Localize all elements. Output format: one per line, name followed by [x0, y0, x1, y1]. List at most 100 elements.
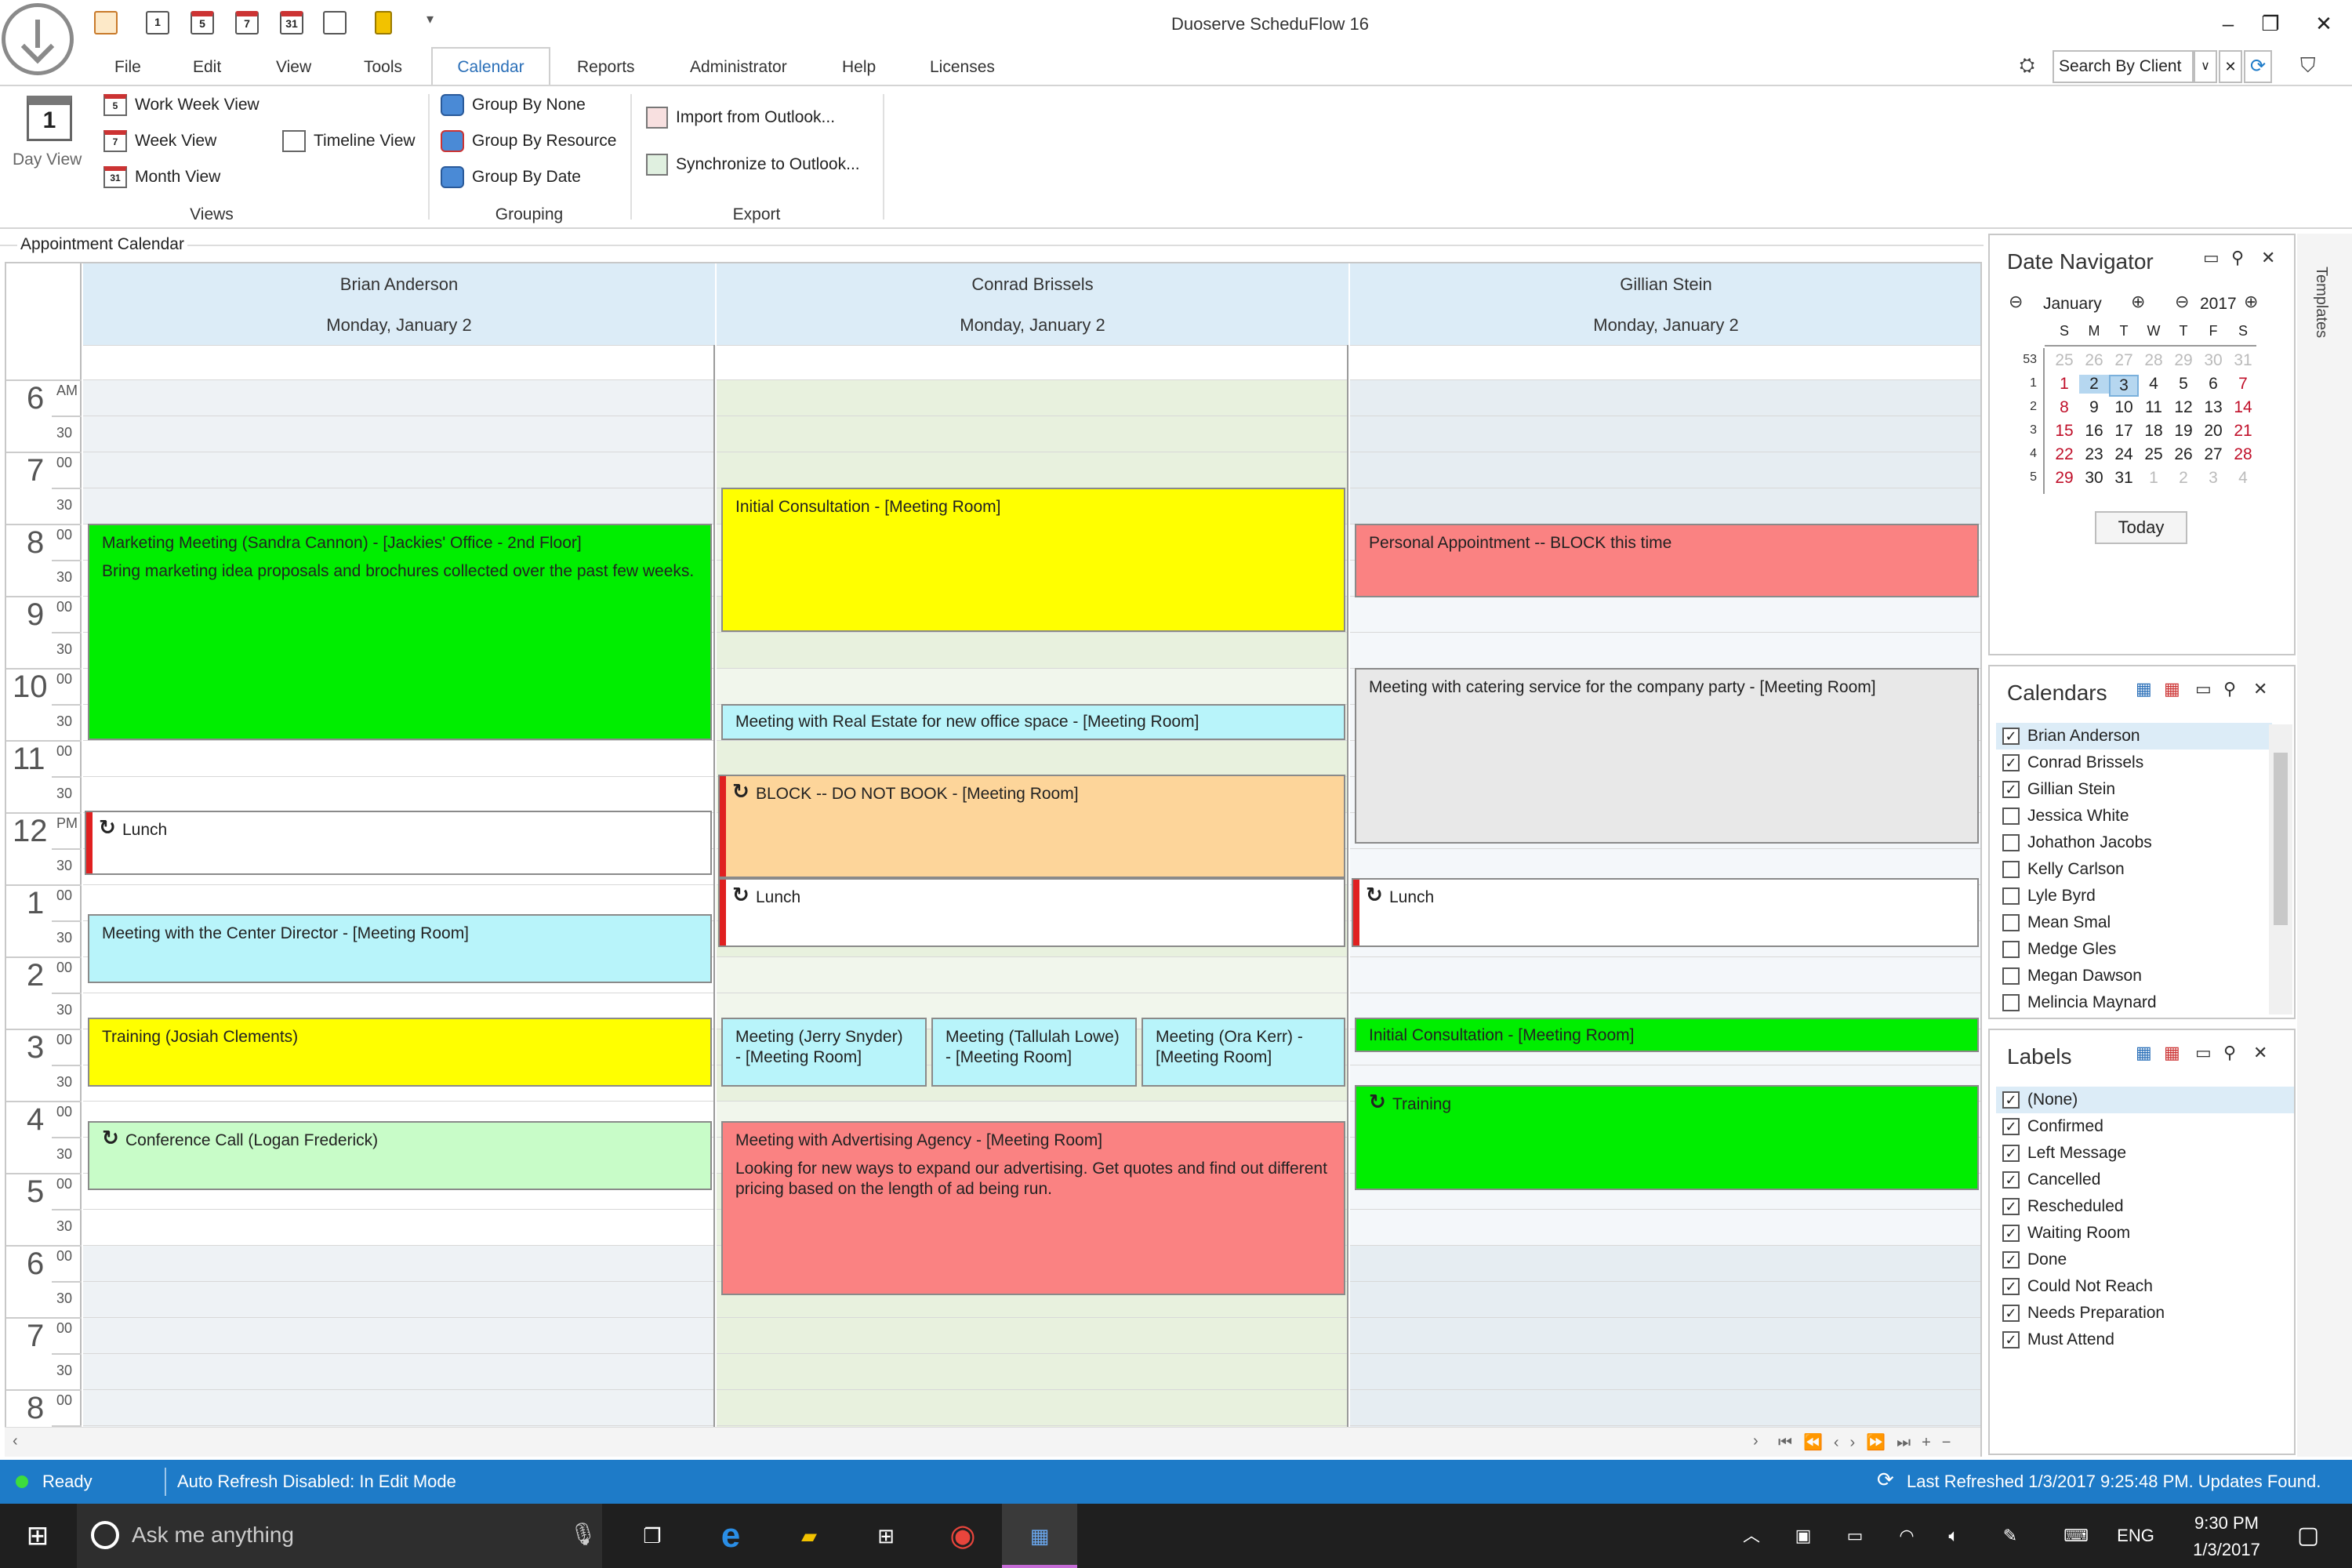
search-dropdown-icon[interactable]: ∨ — [2194, 50, 2217, 83]
panel-maximize-icon[interactable]: ▭ — [2195, 1043, 2212, 1063]
calendars-scrollbar[interactable] — [2269, 724, 2292, 1014]
label-item[interactable]: ✓Rescheduled — [1996, 1193, 2294, 1220]
appointment-meeting-ora-kerr[interactable]: Meeting (Ora Kerr) - [Meeting Room] — [1142, 1018, 1345, 1087]
panel-maximize-icon[interactable]: ▭ — [2203, 248, 2220, 268]
calendar-day[interactable]: 28 — [2228, 445, 2258, 464]
calendar-day[interactable]: 19 — [2169, 422, 2198, 441]
label-item[interactable]: ✓Waiting Room — [1996, 1220, 2294, 1247]
month-qat-icon[interactable]: 31 — [280, 11, 303, 34]
day-view-button[interactable]: Day View — [13, 151, 82, 169]
calendar-day[interactable]: 31 — [2228, 351, 2258, 370]
store-icon[interactable]: ⊞ — [861, 1504, 911, 1568]
month-prev-icon[interactable]: ⊖ — [2009, 292, 2023, 312]
menu-view[interactable]: View — [276, 58, 311, 77]
checkbox-unchecked-icon[interactable] — [2002, 834, 2020, 851]
appointment-real-estate[interactable]: Meeting with Real Estate for new office … — [721, 704, 1345, 740]
calendar-day[interactable]: 30 — [2198, 351, 2228, 370]
cortana-search-box[interactable]: Ask me anything 🎙︎ — [77, 1504, 602, 1568]
file-explorer-icon[interactable]: ▰ — [784, 1504, 834, 1568]
calendar-item[interactable]: Lyle Byrd — [1996, 883, 2272, 909]
calendar-view-icon[interactable]: ▦ — [2136, 679, 2152, 699]
time-slot[interactable] — [717, 1317, 1347, 1353]
menu-help[interactable]: Help — [842, 58, 876, 77]
time-slot[interactable] — [1350, 416, 1982, 452]
calendar-item[interactable]: Johathon Jacobs — [1996, 829, 2272, 856]
time-slot[interactable] — [83, 488, 713, 524]
synchronize-to-outlook-button[interactable]: Synchronize to Outlook... — [676, 155, 860, 174]
checkbox-unchecked-icon[interactable] — [2002, 808, 2020, 825]
time-slot[interactable] — [717, 668, 1347, 704]
time-slot[interactable] — [83, 740, 713, 776]
tray-battery-icon[interactable]: ▭ — [1839, 1504, 1871, 1568]
menu-file[interactable]: File — [114, 58, 141, 77]
label-item[interactable]: ✓(None) — [1996, 1087, 2294, 1113]
chrome-icon[interactable]: ◉ — [938, 1504, 988, 1568]
tray-pen-icon[interactable]: ✎ — [1994, 1504, 2026, 1568]
calendar-day[interactable]: 20 — [2198, 422, 2228, 441]
calendar-item[interactable]: Jessica White — [1996, 803, 2272, 829]
checkbox-unchecked-icon[interactable] — [2002, 887, 2020, 905]
time-slot[interactable] — [1350, 596, 1982, 632]
label-item[interactable]: ✓Left Message — [1996, 1140, 2294, 1167]
tray-language[interactable]: ENG — [2112, 1504, 2159, 1568]
label-item[interactable]: ✓Could Not Reach — [1996, 1273, 2294, 1300]
calendar-item[interactable]: ✓Conrad Brissels — [1996, 750, 2272, 776]
time-slot[interactable] — [1350, 956, 1982, 993]
appointment-advertising-agency[interactable]: Meeting with Advertising Agency - [Meeti… — [721, 1121, 1345, 1295]
calendar-item[interactable]: ✓Gillian Stein — [1996, 776, 2272, 803]
time-slot[interactable] — [717, 740, 1347, 776]
today-button[interactable]: Today — [2095, 511, 2187, 544]
calendar-day[interactable]: 25 — [2049, 351, 2079, 370]
all-day-area[interactable] — [83, 345, 713, 379]
time-slot[interactable] — [1350, 1317, 1982, 1353]
calendar-day[interactable]: 2 — [2079, 375, 2109, 394]
time-slot[interactable] — [1350, 632, 1982, 668]
filter-icon[interactable]: ⛉ — [2300, 53, 2316, 78]
scheduflow-taskbar-icon[interactable]: ▦ — [1002, 1504, 1077, 1568]
qat-customize-icon[interactable]: ▾ — [426, 11, 434, 27]
group-by-none-button[interactable]: Group By None — [472, 96, 586, 114]
checkbox-unchecked-icon[interactable] — [2002, 994, 2020, 1011]
appointment-catering-service[interactable]: Meeting with catering service for the co… — [1355, 668, 1979, 844]
calendar-day[interactable]: 3 — [2198, 469, 2228, 488]
appointment-conference-call[interactable]: Conference Call (Logan Frederick) — [88, 1121, 712, 1190]
calendar-day[interactable]: 3 — [2109, 375, 2139, 397]
calendar-day[interactable]: 1 — [2139, 469, 2169, 488]
group-by-date-button[interactable]: Group By Date — [472, 168, 581, 187]
all-day-area[interactable] — [717, 345, 1347, 379]
time-slot[interactable] — [83, 1317, 713, 1353]
time-slot[interactable] — [83, 1209, 713, 1245]
microphone-icon[interactable]: 🎙︎ — [569, 1521, 597, 1547]
calendar-day[interactable]: 17 — [2109, 422, 2139, 441]
appointment-marketing-meeting[interactable]: Marketing Meeting (Sandra Cannon) - [Jac… — [88, 524, 712, 740]
calendar-day[interactable]: 13 — [2198, 398, 2228, 417]
label-item[interactable]: ✓Needs Preparation — [1996, 1300, 2294, 1327]
checkbox-unchecked-icon[interactable] — [2002, 861, 2020, 878]
checkbox-checked-icon[interactable]: ✓ — [2002, 1251, 2020, 1269]
calendar-day[interactable]: 23 — [2079, 445, 2109, 464]
day-view-icon[interactable]: 1 — [27, 96, 72, 141]
day-view-qat-icon[interactable]: 1 — [146, 11, 169, 34]
work-week-qat-icon[interactable]: 5 — [191, 11, 214, 34]
work-week-view-button[interactable]: Work Week View — [135, 96, 260, 114]
checkbox-checked-icon[interactable]: ✓ — [2002, 1278, 2020, 1295]
calendar-day[interactable]: 29 — [2169, 351, 2198, 370]
time-slot[interactable] — [1350, 488, 1982, 524]
calendar-day[interactable]: 10 — [2109, 398, 2139, 417]
calendar-day[interactable]: 11 — [2139, 398, 2169, 417]
checkbox-checked-icon[interactable]: ✓ — [2002, 754, 2020, 771]
tray-clock[interactable]: 9:30 PM 1/3/2017 — [2180, 1510, 2274, 1563]
scheduler-day-view[interactable]: 6AM3070030800309003010003011003012PM3010… — [5, 262, 1982, 1457]
calendar-day[interactable]: 4 — [2228, 469, 2258, 488]
save-icon[interactable] — [94, 11, 118, 34]
checkbox-checked-icon[interactable]: ✓ — [2002, 1198, 2020, 1215]
checkbox-checked-icon[interactable]: ✓ — [2002, 1331, 2020, 1348]
scroll-right-icon[interactable]: › — [1753, 1432, 1759, 1450]
tray-keyboard-icon[interactable]: ⌨ — [2054, 1504, 2098, 1568]
checkbox-checked-icon[interactable]: ✓ — [2002, 1145, 2020, 1162]
week-number[interactable]: 1 — [2013, 376, 2037, 390]
app-logo-icon[interactable] — [2, 3, 74, 75]
group-by-resource-button[interactable]: Group By Resource — [472, 132, 616, 151]
tray-chevron-icon[interactable]: ︿ — [1733, 1504, 1770, 1568]
week-qat-icon[interactable]: 7 — [235, 11, 259, 34]
